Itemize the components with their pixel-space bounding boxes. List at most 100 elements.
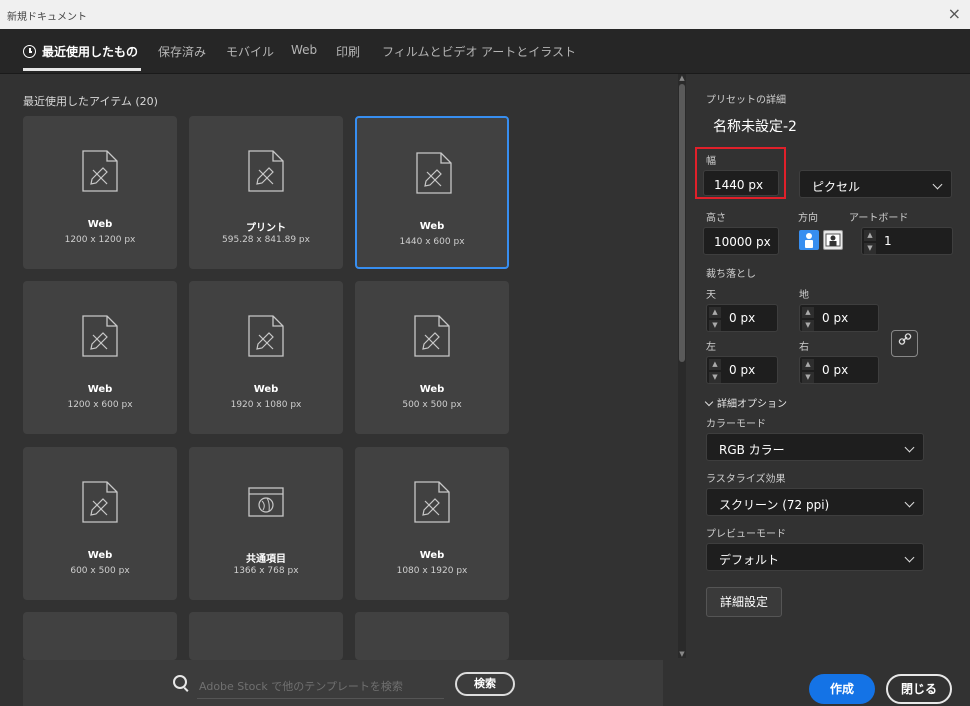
unit-value: ピクセル — [812, 180, 861, 194]
close-icon[interactable]: × — [948, 4, 961, 23]
stepper-down-icon[interactable]: ▼ — [802, 320, 814, 331]
stock-search-input[interactable] — [197, 674, 444, 699]
preset-card-size: 1200 x 600 px — [67, 400, 133, 410]
preset-card[interactable]: プリント 595.28 x 841.89 px — [189, 116, 343, 269]
stepper-down-icon[interactable]: ▼ — [864, 243, 876, 254]
scroll-up-icon[interactable]: ▲ — [678, 74, 686, 82]
window-title: 新規ドキュメント — [7, 12, 87, 23]
raster-effects-label: ラスタライズ効果 — [706, 474, 786, 485]
stock-search-bar: 検索 — [23, 660, 663, 706]
recent-items-title: 最近使用したアイテム (20) — [23, 95, 158, 108]
tab-recent[interactable]: 最近使用したもの — [23, 43, 138, 60]
color-mode-label: カラーモード — [706, 419, 766, 430]
preset-card-size: 500 x 500 px — [402, 400, 462, 410]
preset-card-name: プリント — [246, 223, 286, 234]
orientation-label: 方向 — [798, 213, 818, 224]
preset-card-name: Web — [87, 219, 113, 230]
artboard-value: 1 — [884, 234, 892, 248]
tab-print[interactable]: 印刷 — [336, 43, 360, 60]
window-titlebar: 新規ドキュメント × — [0, 0, 970, 29]
stepper-down-icon[interactable]: ▼ — [802, 372, 814, 383]
preset-card-partial[interactable] — [23, 612, 177, 660]
preset-card-name: Web — [419, 550, 445, 561]
preset-card-size: 1080 x 1920 px — [396, 566, 468, 576]
preset-card-name: Web — [419, 384, 445, 395]
preset-card-size: 1200 x 1200 px — [64, 235, 136, 245]
document-pen-icon — [247, 314, 285, 361]
height-input[interactable]: 10000 px — [703, 227, 779, 255]
document-pen-icon — [413, 314, 451, 361]
stepper-up-icon[interactable]: ▲ — [709, 359, 721, 370]
category-tabs: 最近使用したもの 保存済み モバイル Web 印刷 フィルムとビデオ アートとイ… — [0, 29, 970, 74]
stepper-down-icon[interactable]: ▼ — [709, 372, 721, 383]
bleed-right-stepper[interactable]: ▲ ▼ 0 px — [799, 356, 879, 384]
tab-art-illustration[interactable]: アートとイラスト — [481, 43, 576, 60]
chevron-down-icon — [904, 552, 915, 563]
stepper-up-icon[interactable]: ▲ — [802, 307, 814, 318]
width-input[interactable]: 1440 px — [703, 170, 779, 196]
scroll-down-icon[interactable]: ▼ — [678, 650, 686, 658]
tab-saved[interactable]: 保存済み — [158, 43, 206, 60]
preset-card-partial[interactable] — [189, 612, 343, 660]
create-button[interactable]: 作成 — [809, 674, 875, 704]
unit-dropdown[interactable]: ピクセル — [799, 170, 952, 198]
preset-card[interactable]: Web 500 x 500 px — [355, 281, 509, 434]
height-label: 高さ — [706, 213, 726, 224]
bleed-bottom-value: 0 px — [822, 311, 849, 325]
raster-effects-dropdown[interactable]: スクリーン (72 ppi) — [706, 488, 924, 516]
width-value: 1440 px — [714, 178, 764, 192]
bleed-top-label: 天 — [706, 290, 716, 301]
color-mode-dropdown[interactable]: RGB カラー — [706, 433, 924, 461]
advanced-options-toggle[interactable]: 詳細オプション — [704, 395, 787, 410]
link-bleed-icon[interactable] — [891, 330, 918, 357]
preset-card[interactable]: Web 1200 x 1200 px — [23, 116, 177, 269]
tab-web[interactable]: Web — [291, 43, 317, 57]
stepper-up-icon[interactable]: ▲ — [864, 230, 876, 241]
preset-details-title: プリセットの詳細 — [706, 95, 786, 106]
artboard-label: アートボード — [849, 213, 909, 224]
artboard-count-stepper[interactable]: ▲ ▼ 1 — [861, 227, 953, 255]
preset-card-name: Web — [419, 221, 445, 232]
document-pen-icon — [81, 480, 119, 527]
document-pen-icon — [415, 151, 453, 198]
tab-recent-label: 最近使用したもの — [42, 45, 139, 59]
preset-card[interactable]: 共通項目 1366 x 768 px — [189, 447, 343, 600]
document-name-field[interactable]: 名称未設定-2 — [713, 116, 797, 136]
bleed-top-stepper[interactable]: ▲ ▼ 0 px — [706, 304, 778, 332]
scrollbar-thumb[interactable] — [679, 84, 685, 362]
preset-card-name: 共通項目 — [246, 554, 286, 565]
stepper-up-icon[interactable]: ▲ — [709, 307, 721, 318]
preset-card-size: 1920 x 1080 px — [230, 400, 302, 410]
bleed-left-stepper[interactable]: ▲ ▼ 0 px — [706, 356, 778, 384]
search-button[interactable]: 検索 — [455, 672, 515, 696]
chevron-down-icon — [904, 497, 915, 508]
preset-card-size: 595.28 x 841.89 px — [222, 235, 310, 245]
more-settings-button[interactable]: 詳細設定 — [706, 587, 782, 617]
preset-card[interactable]: Web 1440 x 600 px — [355, 116, 509, 269]
tab-mobile[interactable]: モバイル — [226, 43, 274, 60]
document-pen-icon — [81, 314, 119, 361]
close-button[interactable]: 閉じる — [886, 674, 952, 704]
preset-card[interactable]: Web 600 x 500 px — [23, 447, 177, 600]
recent-items-scrollbar[interactable]: ▲ ▼ — [678, 74, 686, 658]
chevron-down-icon — [704, 397, 714, 407]
color-mode-value: RGB カラー — [719, 443, 785, 457]
bleed-bottom-stepper[interactable]: ▲ ▼ 0 px — [799, 304, 879, 332]
stepper-down-icon[interactable]: ▼ — [709, 320, 721, 331]
preset-card[interactable]: Web 1200 x 600 px — [23, 281, 177, 434]
bleed-left-label: 左 — [706, 342, 716, 353]
bleed-top-value: 0 px — [729, 311, 756, 325]
document-pen-icon — [413, 480, 451, 527]
bleed-label: 裁ち落とし — [706, 269, 756, 280]
portrait-orientation-icon[interactable] — [799, 230, 819, 250]
landscape-orientation-icon[interactable] — [823, 230, 843, 250]
bleed-right-label: 右 — [799, 342, 809, 353]
preset-card[interactable]: Web 1080 x 1920 px — [355, 447, 509, 600]
stepper-up-icon[interactable]: ▲ — [802, 359, 814, 370]
preset-card-partial[interactable] — [355, 612, 509, 660]
bleed-bottom-label: 地 — [799, 290, 809, 301]
chevron-down-icon — [904, 442, 915, 453]
preview-mode-dropdown[interactable]: デフォルト — [706, 543, 924, 571]
preset-card[interactable]: Web 1920 x 1080 px — [189, 281, 343, 434]
tab-film-video[interactable]: フィルムとビデオ — [382, 43, 478, 60]
